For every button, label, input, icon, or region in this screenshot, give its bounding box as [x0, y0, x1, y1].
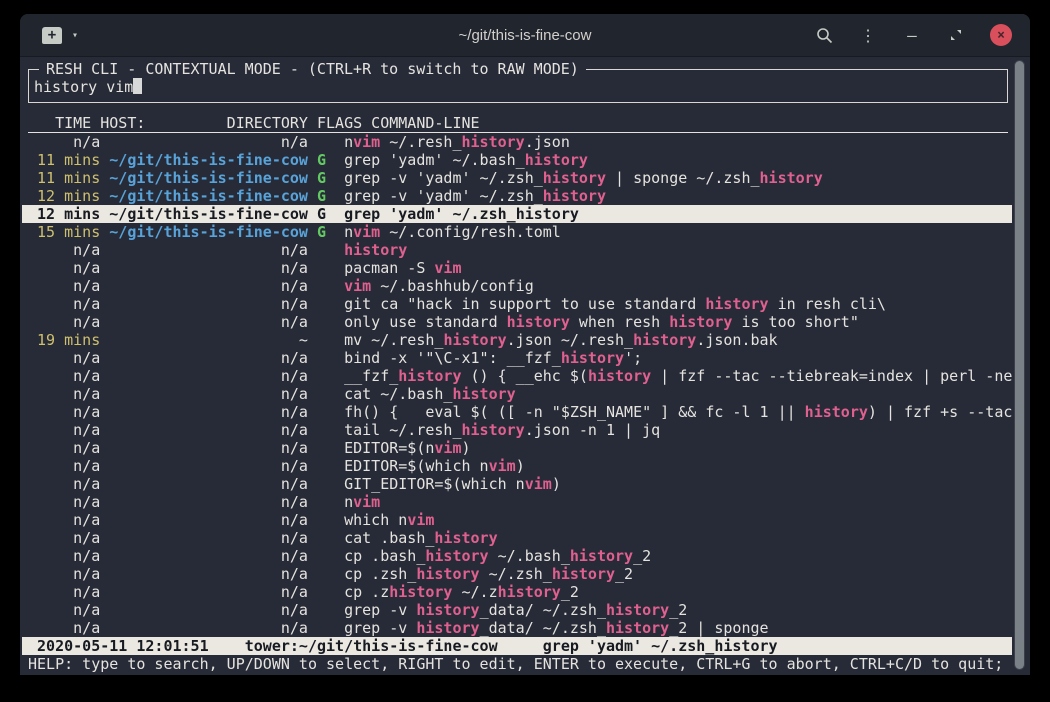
history-row[interactable]: n/a n/a pacman -S vim — [28, 259, 1008, 277]
history-row[interactable]: 19 mins ~ mv ~/.resh_history.json ~/.res… — [28, 331, 1008, 349]
history-row[interactable]: n/a n/a GIT_EDITOR=$(which nvim) — [28, 475, 1008, 493]
history-row[interactable]: n/a n/a cp .zsh_history ~/.zsh_history_2 — [28, 565, 1008, 583]
history-row[interactable]: n/a n/a git ca "hack in support to use s… — [28, 295, 1008, 313]
status-bar: 2020-05-11 12:01:51 tower:~/git/this-is-… — [22, 637, 1012, 655]
restore-button[interactable] — [946, 25, 966, 45]
history-row[interactable]: n/a n/a which nvim — [28, 511, 1008, 529]
history-row[interactable]: n/a n/a EDITOR=$(which nvim) — [28, 457, 1008, 475]
history-row[interactable]: n/a n/a fh() { eval $( ([ -n "$ZSH_NAME"… — [28, 403, 1008, 421]
history-row[interactable]: n/a n/a tail ~/.resh_history.json -n 1 |… — [28, 421, 1008, 439]
search-input[interactable]: history vim — [34, 78, 133, 96]
new-tab-button[interactable]: + — [42, 27, 62, 44]
search-box[interactable]: RESH CLI - CONTEXTUAL MODE - (CTRL+R to … — [28, 69, 1008, 103]
history-row[interactable]: n/a n/a history — [28, 241, 1008, 259]
history-table-body: n/a n/a nvim ~/.resh_history.json 11 min… — [28, 133, 1008, 637]
terminal-window: + ▾ ~/git/this-is-fine-cow ⋮ – × RESH CL… — [20, 14, 1030, 675]
close-button[interactable]: × — [990, 24, 1012, 46]
history-row[interactable]: n/a n/a cp .zhistory ~/.zhistory_2 — [28, 583, 1008, 601]
text-cursor — [133, 78, 142, 94]
titlebar[interactable]: + ▾ ~/git/this-is-fine-cow ⋮ – × — [20, 14, 1030, 57]
minimize-button[interactable]: – — [902, 25, 922, 45]
chevron-down-icon[interactable]: ▾ — [72, 30, 78, 41]
search-box-legend: RESH CLI - CONTEXTUAL MODE - (CTRL+R to … — [39, 60, 586, 78]
history-row[interactable]: 12 mins ~/git/this-is-fine-cow G grep -v… — [28, 187, 1008, 205]
history-row[interactable]: n/a n/a only use standard history when r… — [28, 313, 1008, 331]
history-row[interactable]: n/a n/a grep -v history_data/ ~/.zsh_his… — [28, 619, 1008, 637]
help-line: HELP: type to search, UP/DOWN to select,… — [28, 655, 1008, 673]
history-row[interactable]: n/a n/a nvim ~/.resh_history.json — [28, 133, 1008, 151]
scrollbar-thumb[interactable] — [1015, 61, 1024, 669]
table-header: TIME HOST: DIRECTORY FLAGS COMMAND-LINE — [28, 114, 1008, 133]
history-row[interactable]: n/a n/a cp .bash_history ~/.bash_history… — [28, 547, 1008, 565]
terminal-content: RESH CLI - CONTEXTUAL MODE - (CTRL+R to … — [20, 57, 1030, 673]
menu-kebab-icon[interactable]: ⋮ — [858, 25, 878, 45]
history-row[interactable]: n/a n/a EDITOR=$(nvim) — [28, 439, 1008, 457]
history-row[interactable]: n/a n/a vim ~/.bashhub/config — [28, 277, 1008, 295]
history-row[interactable]: n/a n/a cat ~/.bash_history — [28, 385, 1008, 403]
history-row[interactable]: 15 mins ~/git/this-is-fine-cow G nvim ~/… — [28, 223, 1008, 241]
history-row[interactable]: n/a n/a cat .bash_history — [28, 529, 1008, 547]
plus-icon: + — [48, 28, 56, 42]
history-row[interactable]: n/a n/a grep -v history_data/ ~/.zsh_his… — [28, 601, 1008, 619]
history-row[interactable]: 11 mins ~/git/this-is-fine-cow G grep 'y… — [28, 151, 1008, 169]
search-icon[interactable] — [814, 25, 834, 45]
history-row[interactable]: n/a n/a bind -x '"\C-x1": __fzf_history'… — [28, 349, 1008, 367]
history-row[interactable]: n/a n/a __fzf_history () { __ehc $(histo… — [28, 367, 1008, 385]
close-icon: × — [997, 28, 1005, 43]
history-row[interactable]: n/a n/a nvim — [28, 493, 1008, 511]
history-row[interactable]: 11 mins ~/git/this-is-fine-cow G grep -v… — [28, 169, 1008, 187]
scrollbar[interactable] — [1014, 60, 1025, 670]
history-row-selected[interactable]: 12 mins ~/git/this-is-fine-cow G grep 'y… — [22, 205, 1012, 223]
